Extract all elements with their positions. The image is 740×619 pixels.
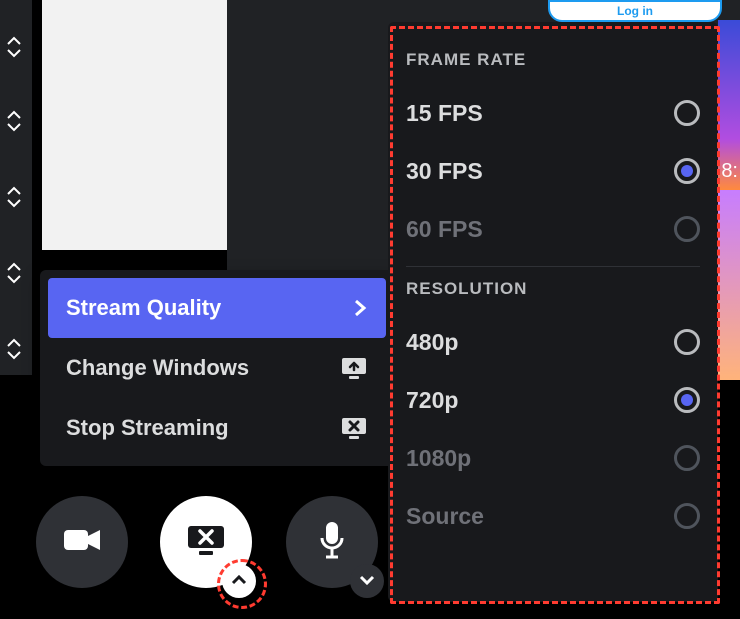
mic-icon: [319, 520, 345, 565]
resolution-option-1080p[interactable]: 1080p: [406, 429, 700, 487]
chevron-right-icon: [352, 298, 368, 318]
framerate-option-60[interactable]: 60 FPS: [406, 200, 700, 258]
mic-options-toggle[interactable]: [350, 564, 384, 598]
stream-preview: [42, 0, 227, 250]
resolution-option-source[interactable]: Source: [406, 487, 700, 545]
stream-quality-panel: Frame Rate 15 FPS 30 FPS 60 FPS Resoluti…: [388, 22, 718, 602]
menu-item-label: Stop Streaming: [66, 415, 229, 441]
login-button[interactable]: Log in: [548, 0, 722, 22]
chevron-group-1[interactable]: [6, 36, 22, 58]
chevron-down-icon: [6, 48, 22, 58]
menu-item-change-windows[interactable]: Change Windows: [48, 338, 386, 398]
chevron-up-icon: [6, 186, 22, 196]
option-label: 30 FPS: [406, 158, 483, 185]
frame-rate-title: Frame Rate: [406, 50, 700, 70]
login-label: Log in: [617, 4, 653, 18]
stop-screen-icon: [340, 416, 368, 440]
resolution-title: Resolution: [406, 279, 700, 299]
screen-share-icon: [340, 356, 368, 380]
screen-share-options-toggle[interactable]: [222, 564, 256, 598]
phone-time: 8:: [721, 160, 738, 183]
chevron-group-2[interactable]: [6, 110, 22, 132]
chevron-up-icon: [6, 262, 22, 272]
resolution-option-720p[interactable]: 720p: [406, 371, 700, 429]
stream-context-menu: Stream Quality Change Windows Stop Strea…: [40, 270, 394, 466]
chevron-group-4[interactable]: [6, 262, 22, 284]
chevron-down-icon: [6, 198, 22, 208]
chevron-down-icon: [6, 274, 22, 284]
framerate-option-30[interactable]: 30 FPS: [406, 142, 700, 200]
menu-item-label: Change Windows: [66, 355, 249, 381]
resolution-option-480p[interactable]: 480p: [406, 313, 700, 371]
chevron-group-5[interactable]: [6, 338, 22, 360]
stop-screen-icon: [185, 523, 227, 562]
chevron-down-icon: [6, 350, 22, 360]
menu-item-stream-quality[interactable]: Stream Quality: [48, 278, 386, 338]
framerate-option-15[interactable]: 15 FPS: [406, 84, 700, 142]
radio-icon: [674, 503, 700, 529]
chevron-down-icon: [6, 122, 22, 132]
option-label: 60 FPS: [406, 216, 483, 243]
chevron-up-icon: [231, 572, 247, 590]
chevron-down-icon: [359, 572, 375, 590]
radio-icon: [674, 100, 700, 126]
option-label: 720p: [406, 387, 458, 414]
chevron-up-icon: [6, 36, 22, 46]
divider: [406, 266, 700, 267]
camera-button[interactable]: [36, 496, 128, 588]
radio-icon: [674, 329, 700, 355]
radio-icon: [674, 387, 700, 413]
radio-icon: [674, 445, 700, 471]
chevron-up-icon: [6, 110, 22, 120]
chevron-up-icon: [6, 338, 22, 348]
chevron-group-3[interactable]: [6, 186, 22, 208]
phone-peek-bottom: [718, 190, 740, 380]
radio-icon: [674, 216, 700, 242]
option-label: Source: [406, 503, 484, 530]
option-label: 1080p: [406, 445, 471, 472]
radio-icon: [674, 158, 700, 184]
menu-item-label: Stream Quality: [66, 295, 221, 321]
camera-icon: [62, 526, 102, 559]
menu-item-stop-streaming[interactable]: Stop Streaming: [48, 398, 386, 458]
option-label: 480p: [406, 329, 458, 356]
option-label: 15 FPS: [406, 100, 483, 127]
